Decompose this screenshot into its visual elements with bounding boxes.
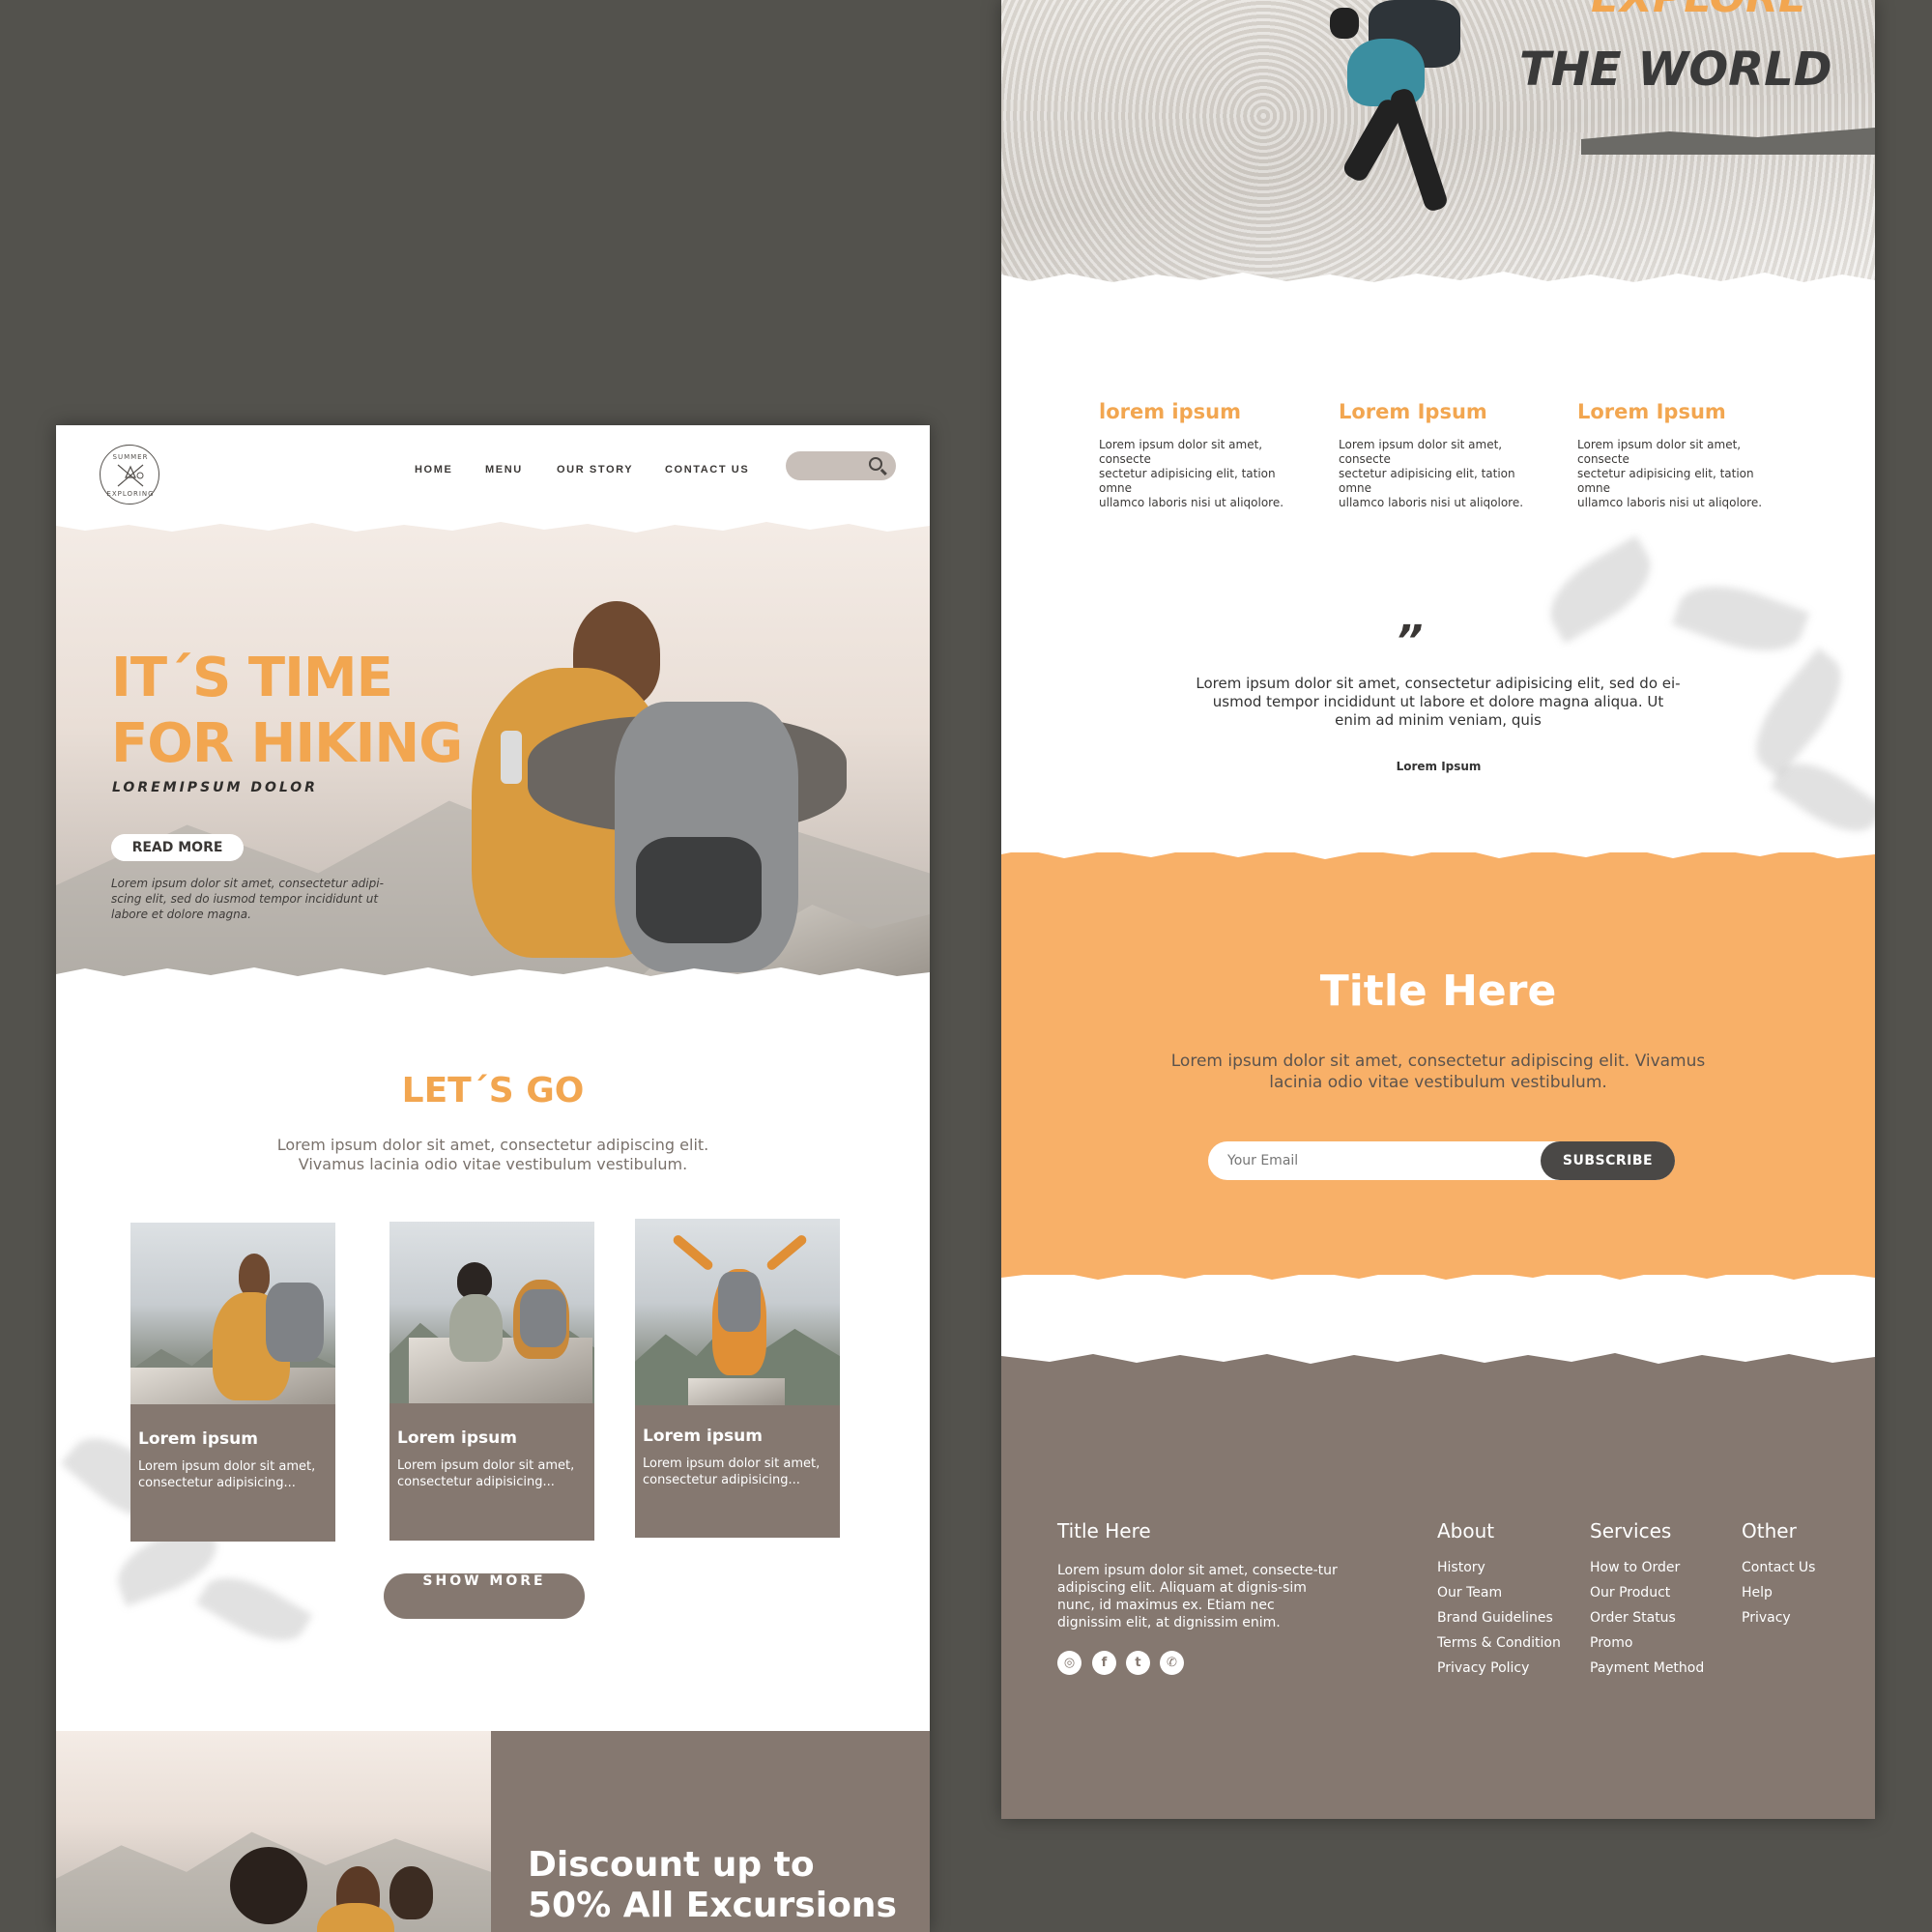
summer-exploring-logo[interactable]: SUMMER EXPLORING	[100, 445, 159, 505]
footer-link-payment-method[interactable]: Payment Method	[1590, 1660, 1704, 1676]
explore-title-line-1: EXPLORE	[1591, 0, 1807, 22]
hero-title-line-1: IT´S TIME	[111, 647, 393, 709]
footer: Title Here Lorem ipsum dolor sit amet, c…	[1001, 1353, 1875, 1819]
lets-go-title: LET´S GO	[401, 1071, 585, 1110]
card-text-line-2: consectetur adipisicing...	[397, 1475, 555, 1489]
feature-title: Lorem Ipsum	[1339, 400, 1487, 423]
nav-menu[interactable]: MENU	[485, 464, 523, 476]
nav-our-story[interactable]: OUR STORY	[557, 464, 633, 476]
footer-link-promo[interactable]: Promo	[1590, 1635, 1632, 1651]
discount-line-2: 50% All Excursions	[528, 1886, 897, 1925]
card-photo	[389, 1222, 594, 1403]
feature-text-line-3: ullamco laboris nisi ut aliqolore.	[1099, 496, 1284, 509]
hero-title-line-2: FOR HIKING	[111, 712, 463, 775]
card-text-line-2: consectetur adipisicing...	[643, 1473, 800, 1487]
footer-link-contact-us[interactable]: Contact Us	[1742, 1560, 1815, 1575]
card-text-line-1: Lorem ipsum dolor sit amet,	[643, 1456, 821, 1471]
lets-go-text: Lorem ipsum dolor sit amet, consectetur …	[56, 1136, 930, 1174]
excursion-card[interactable]: Lorem ipsum Lorem ipsum dolor sit amet, …	[389, 1222, 594, 1541]
twitter-icon[interactable]: t	[1126, 1651, 1150, 1675]
feature-title: lorem ipsum	[1099, 400, 1241, 423]
discount-banner[interactable]: Discount up to 50% All Excursions	[491, 1731, 930, 1932]
quote-author: Lorem Ipsum	[1396, 760, 1482, 773]
email-form: SUBSCRIBE	[1208, 1141, 1675, 1180]
quote-line-1: Lorem ipsum dolor sit amet, consectetur …	[1196, 675, 1681, 692]
footer-other-heading: Other	[1742, 1519, 1797, 1543]
footer-text: Lorem ipsum dolor sit amet, consecte-tur…	[1057, 1563, 1338, 1630]
feature-text: Lorem ipsum dolor sit amet, consecte sec…	[1339, 438, 1546, 510]
footer-link-how-to-order[interactable]: How to Order	[1590, 1560, 1680, 1575]
feature-text-line-1: Lorem ipsum dolor sit amet, consecte	[1099, 438, 1263, 466]
footer-link-terms[interactable]: Terms & Condition	[1437, 1635, 1561, 1651]
quote-line-2: usmod tempor incididunt ut labore et dol…	[1212, 693, 1664, 710]
discount-text: Discount up to 50% All Excursions	[528, 1845, 897, 1926]
nav-home[interactable]: HOME	[415, 464, 452, 476]
footer-link-history[interactable]: History	[1437, 1560, 1485, 1575]
feature-text-line-2: sectetur adipisicing elit, tation omne	[1339, 467, 1515, 495]
feature-text: Lorem ipsum dolor sit amet, consecte sec…	[1577, 438, 1785, 510]
instagram-icon[interactable]: ◎	[1057, 1651, 1081, 1675]
excursion-card[interactable]: Lorem ipsum Lorem ipsum dolor sit amet, …	[635, 1219, 840, 1538]
footer-link-help[interactable]: Help	[1742, 1585, 1773, 1600]
hero-subtitle: LOREMIPSUM DOLOR	[112, 780, 318, 795]
footer-services-heading: Services	[1590, 1519, 1672, 1543]
card-text: Lorem ipsum dolor sit amet, consectetur …	[643, 1456, 836, 1488]
card-text: Lorem ipsum dolor sit amet, consectetur …	[397, 1457, 591, 1490]
discount-line-1: Discount up to	[528, 1845, 815, 1885]
show-more-button[interactable]: SHOW MORE	[384, 1573, 585, 1619]
read-more-button[interactable]: READ MORE	[111, 834, 244, 861]
feature-text-line-2: sectetur adipisicing elit, tation omne	[1577, 467, 1754, 495]
footer-link-our-product[interactable]: Our Product	[1590, 1585, 1670, 1600]
feature-text-line-3: ullamco laboris nisi ut aliqolore.	[1339, 496, 1524, 509]
hero-title: IT´S TIME FOR HIKING	[111, 646, 463, 777]
footer-link-privacy[interactable]: Privacy	[1742, 1610, 1791, 1626]
quote-text: Lorem ipsum dolor sit amet, consectetur …	[1175, 675, 1701, 730]
lets-go-text-line-2: Vivamus lacinia odio vitae vestibulum ve…	[298, 1155, 688, 1173]
nav-contact-us[interactable]: CONTACT US	[665, 464, 749, 476]
whatsapp-icon[interactable]: ✆	[1160, 1651, 1184, 1675]
card-title: Lorem ipsum	[643, 1427, 763, 1446]
feature-text-line-1: Lorem ipsum dolor sit amet, consecte	[1339, 438, 1503, 466]
card-text-line-1: Lorem ipsum dolor sit amet,	[397, 1458, 575, 1473]
feature-text-line-3: ullamco laboris nisi ut aliqolore.	[1577, 496, 1763, 509]
card-photo	[130, 1223, 335, 1404]
email-field[interactable]	[1227, 1141, 1517, 1180]
card-text-line-1: Lorem ipsum dolor sit amet,	[138, 1459, 316, 1474]
newsletter-text: Lorem ipsum dolor sit amet, consectetur …	[1146, 1051, 1730, 1093]
newsletter-text-line-2: lacinia odio vitae vestibulum vestibulum…	[1269, 1073, 1607, 1092]
card-title: Lorem ipsum	[397, 1428, 517, 1448]
subscribe-button[interactable]: SUBSCRIBE	[1541, 1141, 1675, 1180]
newsletter-text-line-1: Lorem ipsum dolor sit amet, consectetur …	[1170, 1052, 1706, 1071]
facebook-icon[interactable]: f	[1092, 1651, 1116, 1675]
excursion-card[interactable]: Lorem ipsum Lorem ipsum dolor sit amet, …	[130, 1223, 335, 1542]
card-text-line-2: consectetur adipisicing...	[138, 1476, 296, 1490]
discount-photo	[56, 1731, 491, 1932]
hero-text: Lorem ipsum dolor sit amet, consectetur …	[111, 877, 384, 921]
card-text: Lorem ipsum dolor sit amet, consectetur …	[138, 1458, 332, 1491]
left-page-mockup: SUMMER EXPLORING HOME MENU OUR STORY CON…	[56, 425, 930, 1932]
feature-text-line-2: sectetur adipisicing elit, tation omne	[1099, 467, 1276, 495]
quote-icon: ”	[1396, 617, 1424, 666]
explore-title-line-2: THE WORLD	[1519, 43, 1832, 97]
footer-about-heading: About	[1437, 1519, 1495, 1543]
search-icon[interactable]	[869, 457, 882, 471]
feature-title: Lorem Ipsum	[1577, 400, 1726, 423]
card-photo	[635, 1219, 840, 1405]
footer-link-brand-guidelines[interactable]: Brand Guidelines	[1437, 1610, 1553, 1626]
footer-link-our-team[interactable]: Our Team	[1437, 1585, 1502, 1600]
feature-text: Lorem ipsum dolor sit amet, consecte sec…	[1099, 438, 1307, 510]
lets-go-text-line-1: Lorem ipsum dolor sit amet, consectetur …	[276, 1136, 709, 1154]
footer-link-order-status[interactable]: Order Status	[1590, 1610, 1676, 1626]
newsletter-section: Title Here Lorem ipsum dolor sit amet, c…	[1001, 852, 1875, 1275]
footer-link-privacy-policy[interactable]: Privacy Policy	[1437, 1660, 1529, 1676]
newsletter-title: Title Here	[1319, 966, 1557, 1016]
footer-title: Title Here	[1057, 1519, 1151, 1543]
quote-line-3: enim ad minim veniam, quis	[1335, 711, 1542, 729]
feature-text-line-1: Lorem ipsum dolor sit amet, consecte	[1577, 438, 1742, 466]
card-title: Lorem ipsum	[138, 1429, 258, 1449]
right-page-mockup: EXPLORE THE WORLD lorem ipsum Lorem ipsu…	[1001, 0, 1875, 1819]
logo-bottom-text: EXPLORING	[106, 490, 155, 498]
search-input[interactable]	[786, 451, 896, 480]
